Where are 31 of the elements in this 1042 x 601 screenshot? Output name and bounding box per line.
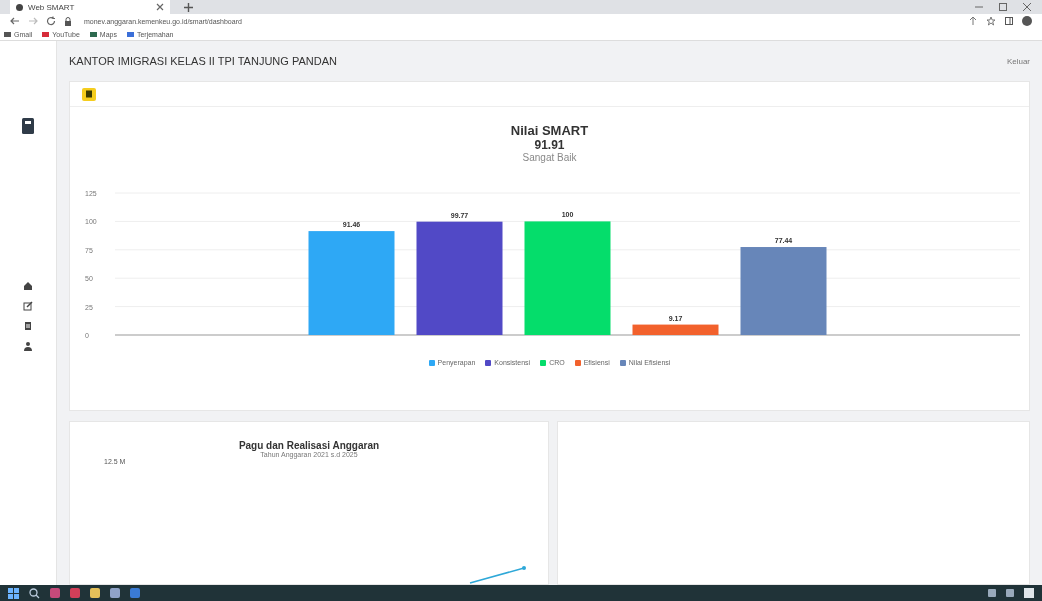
home-icon[interactable] [23,281,33,291]
close-icon[interactable] [156,3,164,11]
back-icon[interactable] [10,16,20,26]
close-icon[interactable] [1022,2,1032,12]
chart-title: Nilai SMART [510,123,589,138]
document-icon[interactable] [23,321,33,331]
menu-button[interactable] [82,87,96,101]
rating-label: Sangat Baik [522,152,577,163]
book-icon[interactable] [21,117,35,135]
new-tab-icon[interactable] [184,2,193,12]
lock-icon [64,16,72,26]
profile-avatar[interactable] [1022,16,1032,26]
star-icon[interactable] [986,16,996,26]
share-icon[interactable] [968,16,978,26]
office-title: KANTOR IMIGRASI KELAS II TPI TANJUNG PANDAN [69,55,338,67]
windows-icon[interactable] [8,587,19,599]
reload-icon[interactable] [46,16,56,26]
document-icon [85,90,93,98]
logout-link[interactable]: Keluar [1006,56,1030,66]
browser-tab[interactable]: Web SMART [10,0,170,14]
app-icon[interactable] [110,588,120,598]
line-drawing [468,564,528,584]
user-icon[interactable] [23,341,33,351]
sidebar-icon[interactable] [1004,16,1014,26]
maximize-icon[interactable] [998,2,1008,12]
chart-title: Pagu dan Realisasi Anggaran [238,440,380,451]
globe-icon [16,3,23,11]
score-value: 91.91 [534,138,565,152]
edit-icon[interactable] [23,301,33,311]
folder-icon[interactable] [90,588,100,598]
search-icon[interactable] [29,587,40,599]
